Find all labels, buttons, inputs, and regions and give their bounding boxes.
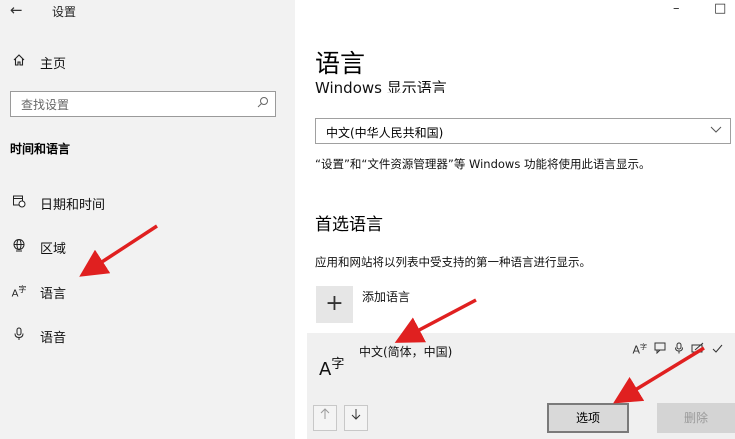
sidebar-item-region[interactable]: 区域 — [0, 233, 295, 261]
maximize-button[interactable]: □ — [714, 0, 726, 18]
move-down-button[interactable] — [344, 405, 368, 431]
handwriting-icon — [691, 342, 704, 357]
preferred-languages-title: 首选语言 — [315, 215, 383, 235]
display-language-dropdown[interactable]: 中文(中华人民共和国) — [315, 118, 731, 144]
display-language-icon: A字 — [632, 343, 647, 357]
search-icon[interactable] — [257, 96, 269, 111]
microphone-icon — [10, 327, 28, 345]
region-globe-icon — [10, 238, 28, 256]
display-language-description: “设置”和“文件资源管理器”等 Windows 功能将使用此语言显示。 — [315, 157, 651, 171]
speech-icon — [654, 342, 667, 357]
preferred-languages-description: 应用和网站将以列表中受支持的第一种语言进行显示。 — [315, 255, 591, 269]
sidebar-item-home[interactable]: 主页 — [0, 48, 295, 76]
sidebar-item-speech[interactable]: 语音 — [0, 322, 295, 350]
arrow-up-icon — [320, 408, 330, 419]
move-up-button[interactable] — [313, 405, 337, 431]
display-language-heading: Windows 显示语言 — [315, 79, 447, 93]
add-language-button[interactable]: + — [316, 286, 353, 323]
language-icon: A字 — [11, 285, 27, 300]
dropdown-value: 中文(中华人民共和国) — [326, 126, 444, 140]
sidebar-item-label: 语音 — [40, 330, 67, 346]
chevron-down-icon — [710, 123, 722, 138]
add-language-label[interactable]: 添加语言 — [362, 288, 410, 305]
arrow-down-icon — [351, 409, 361, 420]
language-list-item[interactable]: A字 中文(简体，中国) A字 选项 删除 — [307, 333, 735, 439]
microphone-icon — [674, 342, 684, 357]
plus-icon: + — [325, 291, 344, 316]
language-feature-icons: A字 — [632, 342, 723, 357]
spellcheck-icon — [711, 342, 723, 357]
section-title: 时间和语言 — [10, 142, 71, 156]
search-input[interactable] — [19, 95, 243, 115]
sidebar-item-label: 语言 — [40, 286, 67, 302]
main-content: – □ 语言 Windows 显示语言 中文(中华人民共和国) “设置”和“文件… — [295, 0, 735, 439]
sidebar-item-date-time[interactable]: 日期和时间 — [0, 189, 295, 217]
options-button[interactable]: 选项 — [547, 403, 629, 433]
sidebar-item-label: 区域 — [40, 241, 67, 257]
sidebar: ← 设置 主页 时间和语言 日期和时间 区域 A字 语言 语音 — [0, 0, 295, 439]
language-glyph-icon: A字 — [319, 357, 345, 380]
sidebar-item-language[interactable]: A字 语言 — [0, 278, 295, 306]
sidebar-item-label: 日期和时间 — [40, 197, 106, 213]
language-name: 中文(简体，中国) — [359, 345, 453, 359]
search-box[interactable] — [10, 91, 276, 117]
back-arrow-icon[interactable]: ← — [10, 0, 23, 20]
home-icon — [10, 53, 28, 71]
sidebar-item-label: 主页 — [40, 56, 67, 72]
calendar-clock-icon — [10, 194, 28, 212]
minimize-button[interactable]: – — [673, 0, 680, 18]
remove-button[interactable]: 删除 — [657, 403, 735, 433]
app-title: 设置 — [52, 5, 77, 19]
page-title: 语言 — [315, 49, 366, 78]
